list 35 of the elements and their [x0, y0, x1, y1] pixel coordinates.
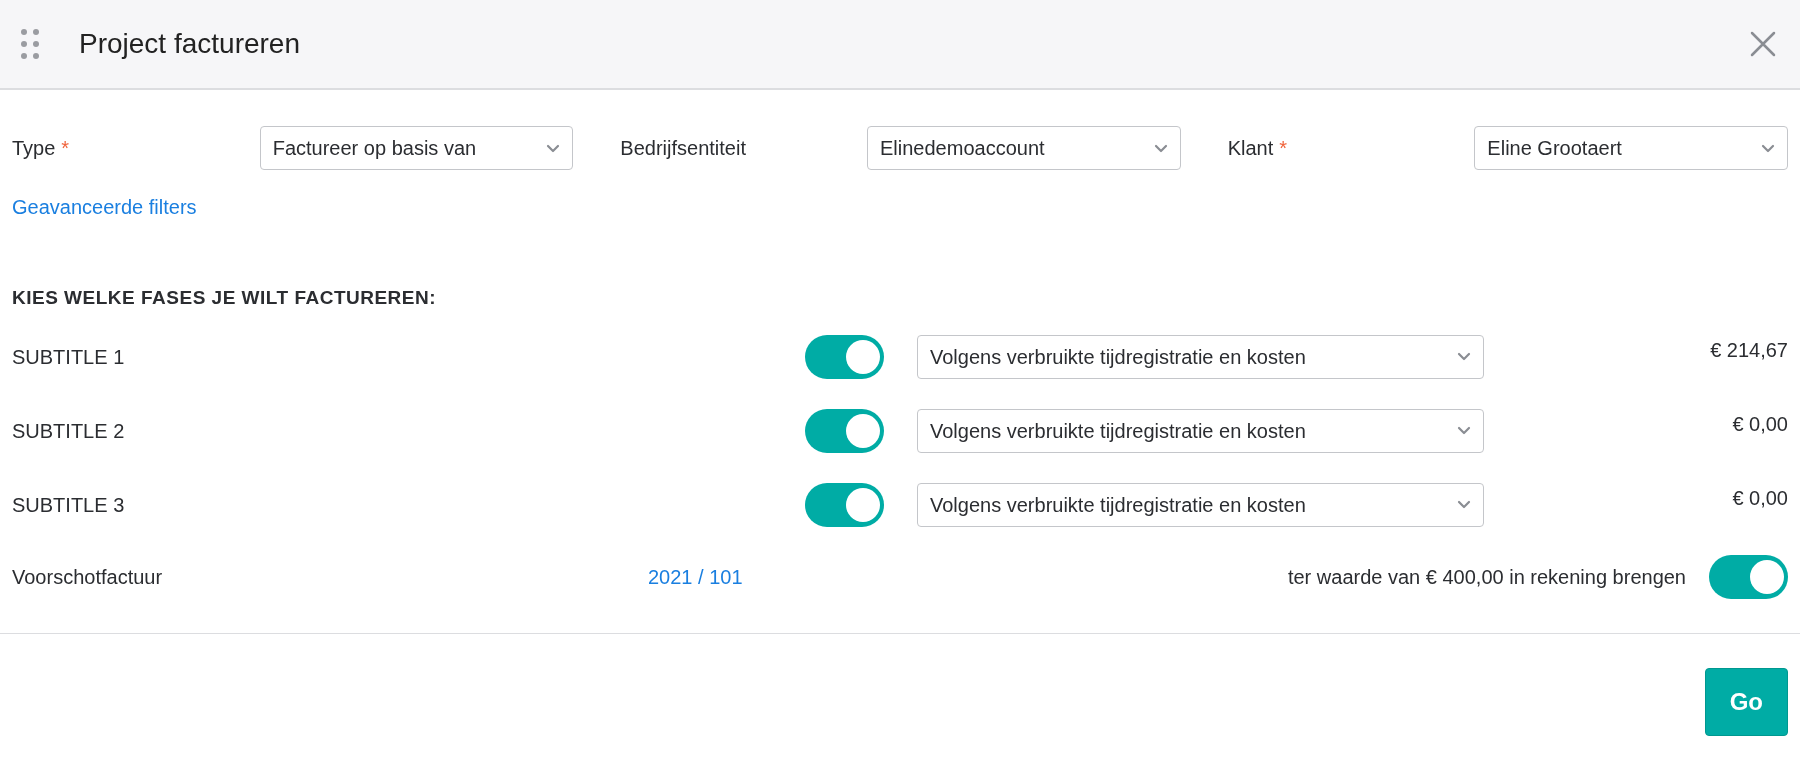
phase-amount: € 0,00 [1732, 411, 1788, 437]
chevron-down-icon [1457, 500, 1471, 509]
filter-label: Type [12, 136, 56, 161]
chevron-down-icon [1153, 143, 1168, 153]
toggle-switch[interactable] [1709, 554, 1788, 599]
section-heading: KIES WELKE FASES JE WILT FACTUREREN: [12, 286, 438, 310]
toggle-switch[interactable] [805, 482, 884, 527]
advanced-filters-link[interactable]: Geavanceerde filters [12, 196, 197, 218]
select-dropdown[interactable]: Volgens verbruikte tijdregistratie en kosten [917, 334, 1484, 379]
chevron-down-icon [546, 143, 561, 153]
select-dropdown[interactable]: Factureer op basis van [259, 126, 574, 170]
chevron-down-icon [1761, 143, 1775, 153]
phase-name: SUBTITLE 1 [12, 344, 126, 370]
advance-invoice-label: Voorschotfactuur [12, 564, 164, 590]
select-dropdown[interactable]: Volgens verbruikte tijdregistratie en kosten [917, 408, 1484, 453]
filter-label: Klant [1227, 136, 1274, 161]
window-title: Project factureren [79, 27, 300, 61]
required-asterisk: * [1279, 136, 1288, 161]
phase-amount: € 214,67 [1710, 337, 1788, 363]
invoice-number-link[interactable]: 2021 / 101 [648, 561, 743, 592]
select-dropdown[interactable]: Volgens verbruikte tijdregistratie en kosten [917, 482, 1484, 527]
select-dropdown[interactable]: Elinedemoaccount [867, 126, 1181, 170]
filter-label: Bedrijfsentiteit [620, 136, 746, 161]
select-dropdown[interactable]: Eline Grootaert [1474, 126, 1788, 170]
close-icon[interactable] [1750, 31, 1776, 57]
chevron-down-icon [1457, 352, 1471, 361]
phase-name: SUBTITLE 3 [12, 492, 126, 518]
required-asterisk: * [61, 136, 70, 161]
drag-handle-icon[interactable] [20, 28, 40, 60]
toggle-switch[interactable] [805, 334, 884, 379]
advance-amount-text: ter waarde van € 400,00 in rekening brengen [1287, 564, 1686, 590]
phase-amount: € 0,00 [1732, 485, 1788, 511]
chevron-down-icon [1457, 426, 1471, 435]
toggle-switch[interactable] [805, 408, 884, 453]
phase-name: SUBTITLE 2 [12, 418, 126, 444]
